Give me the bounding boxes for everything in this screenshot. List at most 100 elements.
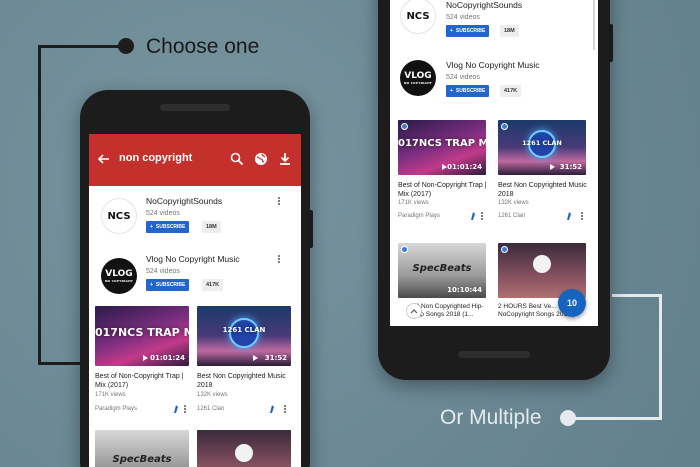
channel-name: NoCopyrightSounds bbox=[146, 196, 223, 206]
right-phone-screen: NCS NoCopyrightSounds 524 videos + SUBSC… bbox=[390, 0, 598, 326]
right-phone: NCS NoCopyrightSounds 524 videos + SUBSC… bbox=[378, 0, 613, 380]
selected-indicator bbox=[401, 123, 408, 130]
subscribe-label: SUBSCRIBE bbox=[455, 88, 486, 94]
top-connector-horizontal bbox=[38, 45, 126, 48]
character-art bbox=[533, 255, 551, 273]
video-title[interactable]: Best Non Copyrighted Music 2018 bbox=[197, 372, 291, 390]
download-mark-icon bbox=[471, 212, 475, 220]
subscribe-label: SUBSCRIBE bbox=[155, 224, 186, 230]
video-thumbnail[interactable]: 017NCS TRAP MIX 01:01:24 bbox=[398, 120, 486, 175]
more-vert-icon[interactable] bbox=[183, 404, 187, 416]
subscribe-label: SUBSCRIBE bbox=[155, 282, 186, 288]
play-icon bbox=[550, 164, 555, 170]
caption-or-multiple: Or Multiple bbox=[440, 406, 542, 429]
subscribe-button[interactable]: + SUBSCRIBE bbox=[446, 25, 490, 37]
more-vert-icon[interactable] bbox=[277, 196, 281, 208]
channel-row[interactable]: VLOG NO COPYRIGHT Vlog No Copyright Music… bbox=[89, 248, 301, 304]
video-duration: 10:10:44 bbox=[447, 286, 482, 294]
video-channel: Paradigm Plays bbox=[398, 213, 441, 219]
channel-video-count: 524 videos bbox=[446, 74, 480, 81]
selection-count-fab[interactable]: 10 bbox=[558, 289, 586, 317]
channel-video-count: 524 videos bbox=[446, 14, 480, 21]
download-mark-icon bbox=[174, 405, 178, 413]
thumbnail-art-text: SpecBeats bbox=[412, 263, 472, 274]
channel-name: Vlog No Copyright Music bbox=[146, 254, 240, 264]
channel-row[interactable]: NCS NoCopyrightSounds 524 videos + SUBSC… bbox=[390, 0, 598, 54]
back-arrow-icon[interactable] bbox=[97, 152, 111, 166]
video-channel: 1261 Clan bbox=[498, 213, 526, 219]
chevron-up-icon bbox=[410, 309, 418, 314]
video-views: 171K views bbox=[398, 200, 429, 206]
add-icon: + bbox=[150, 224, 153, 230]
top-connector-dot bbox=[118, 38, 134, 54]
top-connector-vertical bbox=[38, 45, 41, 365]
subscribe-label: SUBSCRIBE bbox=[455, 28, 486, 34]
left-phone: non copyright NCS NoCopyrightSounds 524 … bbox=[80, 90, 313, 467]
video-thumbnail[interactable]: SpecBeats 10:10:44 bbox=[398, 243, 486, 298]
thumbnail-art-text: 1261 CLAN bbox=[522, 139, 562, 147]
bottom-connector-vertical bbox=[659, 294, 662, 420]
subscribe-button[interactable]: + SUBSCRIBE bbox=[446, 85, 490, 97]
channel-name: Vlog No Copyright Music bbox=[446, 60, 540, 70]
selected-indicator bbox=[501, 123, 508, 130]
subscriber-count: 417K bbox=[500, 85, 522, 97]
scroll-to-top-button[interactable] bbox=[406, 303, 422, 319]
channel-avatar: VLOG NO COPYRIGHT bbox=[400, 60, 436, 96]
caption-choose-one: Choose one bbox=[146, 35, 260, 58]
add-icon: + bbox=[150, 282, 153, 288]
left-phone-side-button bbox=[309, 210, 313, 248]
video-thumbnail[interactable]: 1261 CLAN 31:52 bbox=[498, 120, 586, 175]
subscribe-button[interactable]: + SUBSCRIBE bbox=[146, 279, 190, 291]
subscribe-button[interactable]: + SUBSCRIBE bbox=[146, 221, 190, 233]
channel-row[interactable]: NCS NoCopyrightSounds 524 videos + SUBSC… bbox=[89, 188, 301, 244]
selected-indicator bbox=[401, 246, 408, 253]
left-phone-screen: non copyright NCS NoCopyrightSounds 524 … bbox=[89, 134, 301, 467]
play-icon bbox=[143, 355, 148, 361]
thumbnail-art-text: 017NCS TRAP MIX bbox=[95, 326, 189, 339]
video-title[interactable]: Best of Non-Copyright Trap | Mix (2017) bbox=[398, 181, 488, 199]
channel-video-count: 524 videos bbox=[146, 268, 180, 275]
search-app-bar: non copyright bbox=[89, 134, 301, 186]
video-title[interactable]: 20 Non Copyrighted Hip-Hop Songs 2018 (1… bbox=[412, 303, 490, 320]
video-title[interactable]: Best Non Copyrighted Music 2018 bbox=[498, 181, 588, 199]
video-thumbnail[interactable] bbox=[197, 430, 291, 467]
scrollbar[interactable] bbox=[593, 0, 595, 50]
video-duration: 31:52 bbox=[559, 163, 582, 171]
play-icon bbox=[253, 355, 258, 361]
channel-row[interactable]: VLOG NO COPYRIGHT Vlog No Copyright Music… bbox=[390, 58, 598, 114]
subscriber-count: 18M bbox=[202, 221, 221, 233]
right-phone-side-button bbox=[609, 24, 613, 62]
search-icon[interactable] bbox=[229, 151, 245, 167]
download-icon[interactable] bbox=[277, 151, 293, 167]
more-vert-icon[interactable] bbox=[283, 404, 287, 416]
download-mark-icon bbox=[270, 405, 274, 413]
search-query[interactable]: non copyright bbox=[119, 152, 192, 164]
video-views: 171K views bbox=[95, 392, 126, 398]
subscriber-count: 417K bbox=[202, 279, 224, 291]
selected-indicator bbox=[501, 246, 508, 253]
more-vert-icon[interactable] bbox=[480, 211, 484, 223]
add-icon: + bbox=[450, 28, 453, 34]
character-art bbox=[235, 444, 253, 462]
right-phone-speaker bbox=[458, 351, 530, 358]
thumbnail-art-text: 017NCS TRAP MIX bbox=[398, 138, 486, 149]
thumbnail-art-text: SpecBeats bbox=[112, 454, 172, 465]
video-title[interactable]: Best of Non-Copyright Trap | Mix (2017) bbox=[95, 372, 187, 390]
channel-video-count: 524 videos bbox=[146, 210, 180, 217]
globe-icon[interactable] bbox=[253, 151, 269, 167]
more-vert-icon[interactable] bbox=[580, 211, 584, 223]
video-thumbnail[interactable]: 017NCS TRAP MIX 01:01:24 bbox=[95, 306, 189, 366]
bottom-connector-horizontal bbox=[574, 417, 662, 420]
video-duration: 01:01:24 bbox=[150, 354, 185, 362]
video-views: 132K views bbox=[197, 392, 228, 398]
video-duration: 01:01:24 bbox=[447, 163, 482, 171]
thumbnail-art-text: 1261 CLAN bbox=[222, 326, 266, 334]
download-mark-icon bbox=[567, 212, 571, 220]
left-phone-speaker bbox=[160, 104, 230, 111]
video-channel: 1261 Clan bbox=[197, 406, 225, 412]
more-vert-icon[interactable] bbox=[277, 254, 281, 266]
video-duration: 31:52 bbox=[264, 354, 287, 362]
video-thumbnail[interactable]: 1261 CLAN 31:52 bbox=[197, 306, 291, 366]
bottom-connector-dot bbox=[560, 410, 576, 426]
video-thumbnail[interactable]: SpecBeats bbox=[95, 430, 189, 467]
